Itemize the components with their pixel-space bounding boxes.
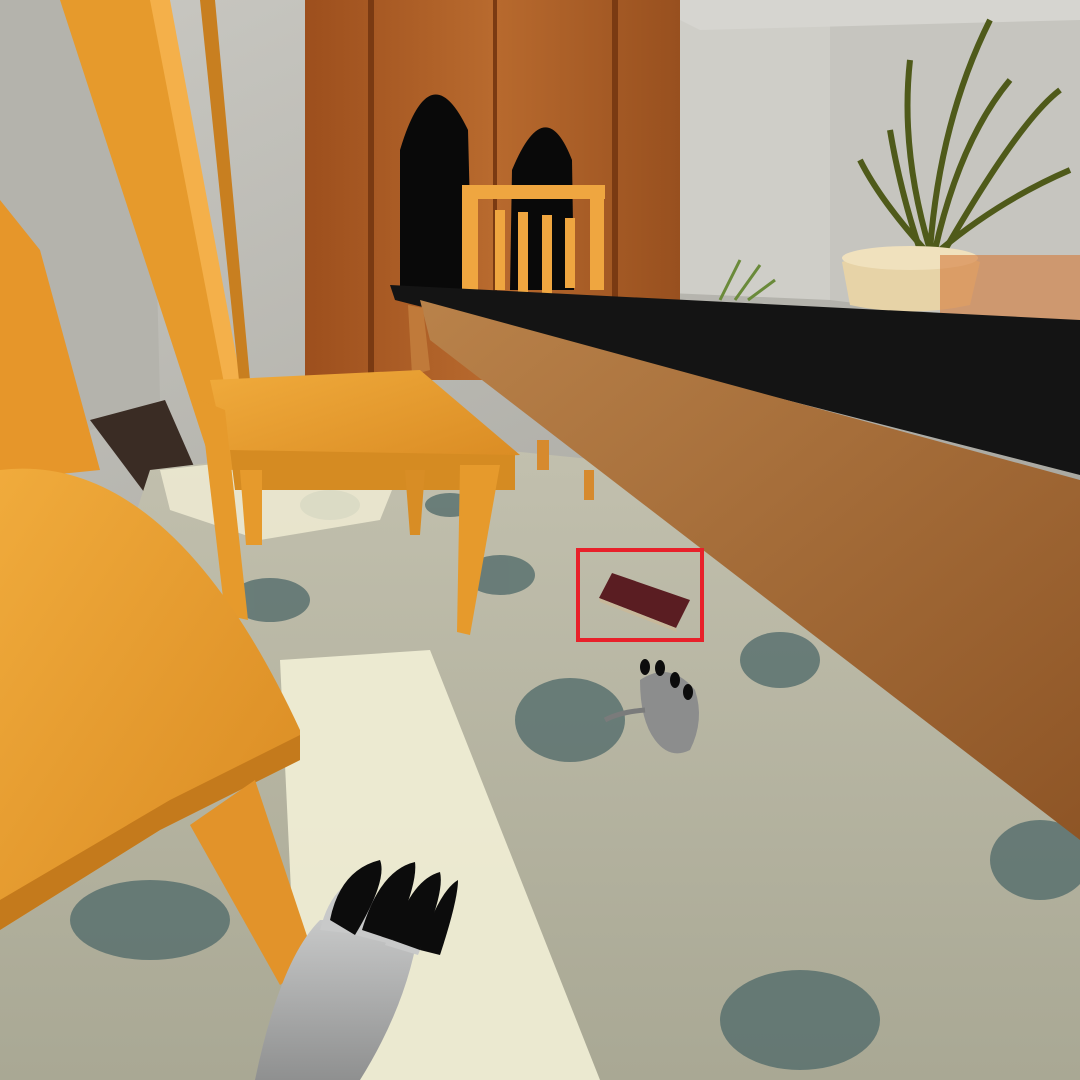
scene-graphics xyxy=(0,0,1080,1080)
game-viewport[interactable] xyxy=(0,0,1080,1080)
cabinet-door-left xyxy=(400,94,472,290)
